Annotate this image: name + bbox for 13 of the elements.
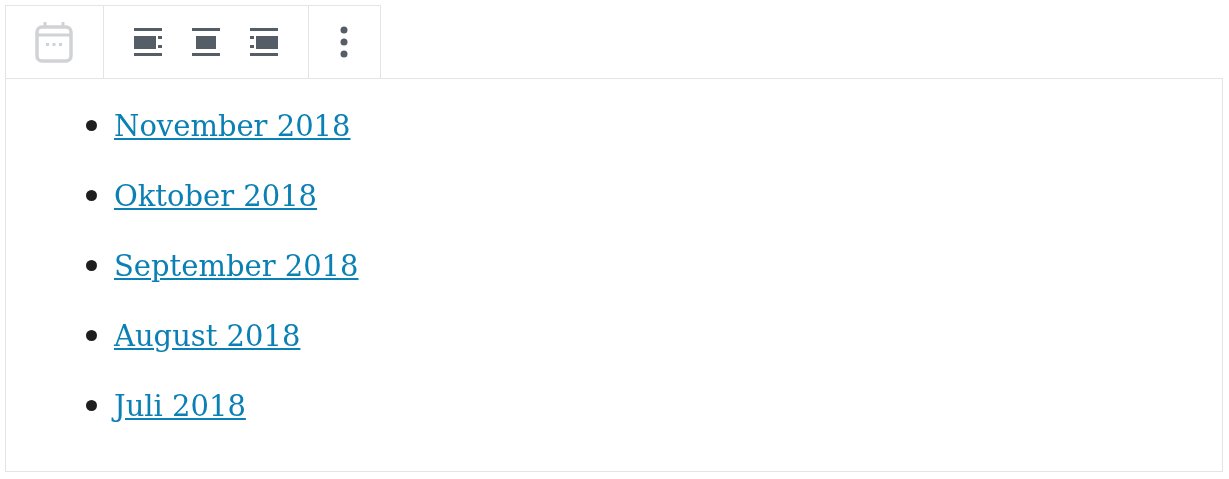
bullet-icon: [86, 120, 97, 131]
archive-link[interactable]: Oktober 2018: [114, 178, 318, 213]
more-options-icon[interactable]: [340, 26, 349, 58]
archive-link[interactable]: August 2018: [114, 318, 301, 353]
align-right-icon[interactable]: [249, 28, 278, 56]
bullet-icon: [86, 190, 97, 201]
align-left-icon[interactable]: [133, 28, 162, 56]
archive-link[interactable]: September 2018: [114, 248, 359, 283]
bullet-icon: [86, 260, 97, 271]
archive-link[interactable]: November 2018: [114, 108, 351, 143]
bullet-icon: [86, 330, 97, 341]
align-center-icon[interactable]: [191, 28, 220, 56]
bullet-icon: [86, 400, 97, 411]
